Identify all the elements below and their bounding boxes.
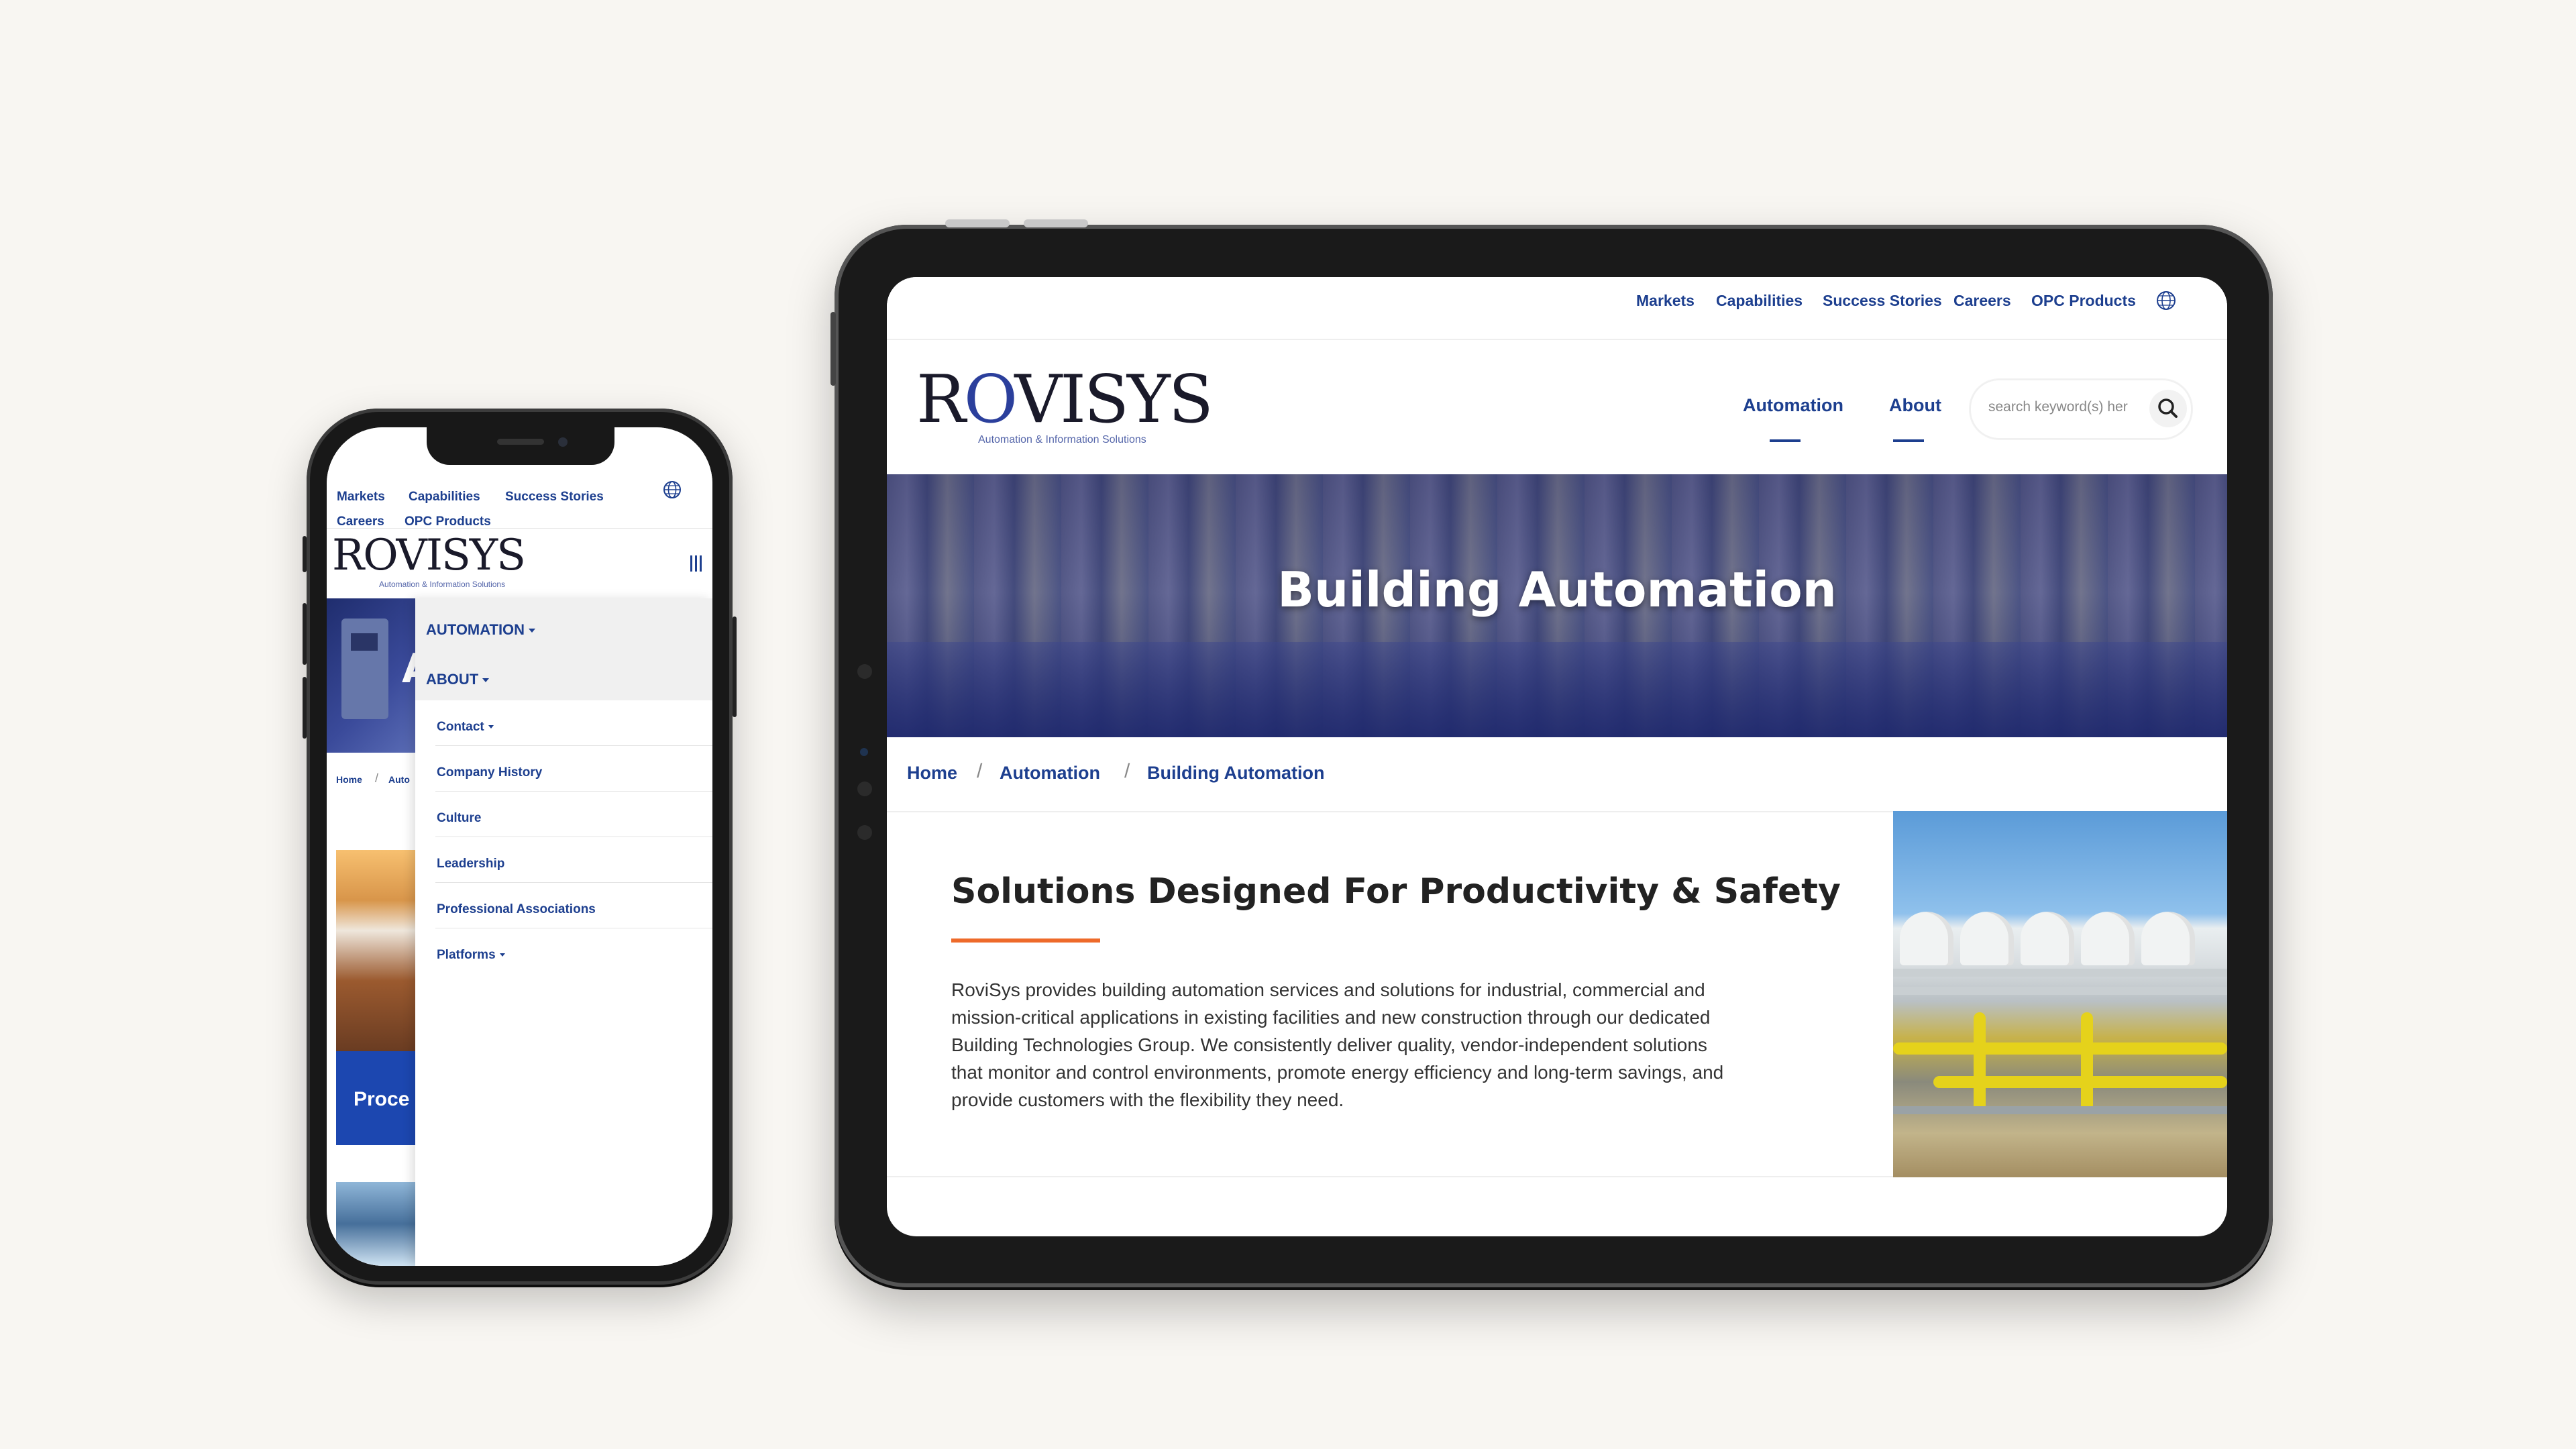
util-success-stories[interactable]: Success Stories xyxy=(1823,292,1942,310)
phone-menu-professional-associations[interactable]: Professional Associations xyxy=(437,902,596,917)
body-line: Building Technologies Group. We consiste… xyxy=(951,1034,1707,1055)
phone-menu-platforms[interactable]: Platforms xyxy=(437,948,505,963)
phone-card-image-2 xyxy=(336,1182,415,1266)
globe-icon[interactable] xyxy=(662,480,682,500)
phone-menu-company-history[interactable]: Company History xyxy=(437,765,542,780)
nav-about-underline xyxy=(1893,439,1924,442)
phone-menu-about-label: ABOUT xyxy=(426,671,479,688)
phone-volume-up xyxy=(303,603,307,665)
tablet-logo[interactable]: ROVISYS xyxy=(916,367,1214,433)
phone-card-label[interactable]: Proce xyxy=(336,1051,415,1145)
nav-about[interactable]: About xyxy=(1889,395,1941,416)
phone-breadcrumb-automation[interactable]: Auto xyxy=(388,774,410,785)
breadcrumb-home[interactable]: Home xyxy=(907,763,957,784)
tablet-camera-3 xyxy=(857,825,872,840)
hero-banner: Building Automation xyxy=(887,474,2227,737)
search-icon xyxy=(2158,398,2178,418)
section-title: Solutions Designed For Productivity & Sa… xyxy=(951,871,1841,912)
util-markets[interactable]: Markets xyxy=(1636,292,1695,310)
breadcrumb-separator: / xyxy=(977,760,983,782)
phone-menu-contact-label: Contact xyxy=(437,720,484,734)
nav-automation-underline xyxy=(1770,439,1801,442)
tablet-top-button xyxy=(945,219,1010,227)
chevron-down-icon xyxy=(488,725,494,729)
phone-util-capabilities[interactable]: Capabilities xyxy=(409,490,480,504)
breadcrumb-automation[interactable]: Automation xyxy=(1000,763,1100,784)
nav-automation[interactable]: Automation xyxy=(1743,395,1843,416)
hamburger-icon[interactable] xyxy=(689,555,704,573)
phone-side-button xyxy=(303,536,307,572)
body-line: mission-critical applications in existin… xyxy=(951,1007,1711,1028)
chevron-down-icon xyxy=(482,678,490,683)
util-careers[interactable]: Careers xyxy=(1953,292,2011,310)
phone-breadcrumb-home[interactable]: Home xyxy=(336,774,362,785)
divider xyxy=(435,791,712,792)
tablet-camera xyxy=(857,664,872,679)
phone-menu-automation-label: AUTOMATION xyxy=(426,621,525,638)
logo-letters-visys: VISYS xyxy=(1014,362,1213,438)
breadcrumb-current: Building Automation xyxy=(1147,763,1325,783)
tablet-side-button xyxy=(830,312,836,386)
chevron-down-icon xyxy=(529,629,536,633)
util-opc-products[interactable]: OPC Products xyxy=(2031,292,2136,310)
globe-icon[interactable] xyxy=(2155,289,2178,312)
divider xyxy=(887,1176,1893,1177)
breadcrumb: Home / Automation / Building Automation xyxy=(887,737,2227,812)
section-body: RoviSys provides building automation ser… xyxy=(951,976,1817,1114)
divider xyxy=(435,882,712,883)
phone-notch xyxy=(427,427,614,465)
hero-title: Building Automation xyxy=(1277,561,1837,618)
phone-header: ROVISYS Automation & Information Solutio… xyxy=(327,528,712,598)
phone-mockup: Markets Capabilities Success Stories Car… xyxy=(303,409,737,1285)
phone-page-behind-menu: A Home / Auto Proce xyxy=(327,598,433,1266)
logo-letter-r: R xyxy=(916,362,966,438)
tablet-camera-2 xyxy=(857,782,872,796)
phone-menu-contact[interactable]: Contact xyxy=(437,720,494,735)
logo-letter-o: O xyxy=(963,362,1017,438)
phone-menu-drawer: AUTOMATION ABOUT Contact Company History… xyxy=(415,598,712,1266)
search-button[interactable] xyxy=(2149,390,2187,427)
tablet-sensor xyxy=(860,748,868,756)
phone-logo-tagline: Automation & Information Solutions xyxy=(379,580,506,589)
phone-menu-about[interactable]: ABOUT xyxy=(426,671,490,688)
phone-volume-down xyxy=(303,677,307,739)
tablet-screen: Markets Capabilities Success Stories Car… xyxy=(887,277,2227,1236)
phone-breadcrumb-separator: / xyxy=(375,771,379,785)
phone-menu-automation[interactable]: AUTOMATION xyxy=(426,621,536,639)
phone-menu-leadership[interactable]: Leadership xyxy=(437,857,504,871)
divider xyxy=(435,745,712,746)
phone-screen: Markets Capabilities Success Stories Car… xyxy=(327,427,712,1266)
phone-util-success-stories[interactable]: Success Stories xyxy=(505,490,604,504)
tablet-header: ROVISYS Automation & Information Solutio… xyxy=(887,340,2227,474)
tablet-mockup: Markets Capabilities Success Stories Car… xyxy=(830,219,2273,1287)
cooling-towers-image xyxy=(1893,811,2227,1177)
body-line: RoviSys provides building automation ser… xyxy=(951,979,1705,1000)
body-line: provide customers with the flexibility t… xyxy=(951,1089,1344,1110)
tablet-utility-bar: Markets Capabilities Success Stories Car… xyxy=(887,277,2227,340)
phone-power-button xyxy=(733,616,737,717)
title-accent-bar xyxy=(951,938,1100,943)
phone-menu-culture[interactable]: Culture xyxy=(437,811,482,826)
phone-util-markets[interactable]: Markets xyxy=(337,490,385,504)
tablet-top-button-2 xyxy=(1024,219,1088,227)
search-input[interactable]: search keyword(s) her xyxy=(1988,399,2143,415)
util-capabilities[interactable]: Capabilities xyxy=(1716,292,1803,310)
phone-hero-image: A xyxy=(327,598,433,753)
hero-floor xyxy=(887,642,2227,737)
breadcrumb-separator: / xyxy=(1124,760,1130,782)
phone-menu-platforms-label: Platforms xyxy=(437,948,496,962)
search-box[interactable]: search keyword(s) her xyxy=(1970,379,2192,439)
chevron-down-icon xyxy=(499,953,505,957)
tablet-logo-tagline: Automation & Information Solutions xyxy=(978,434,1146,445)
phone-logo[interactable]: ROVISYS xyxy=(332,534,526,577)
body-line: that monitor and control environments, p… xyxy=(951,1062,1724,1083)
phone-util-careers[interactable]: Careers xyxy=(337,515,384,529)
phone-card-image xyxy=(336,850,415,1051)
phone-util-opc-products[interactable]: OPC Products xyxy=(405,515,491,529)
phone-card-partial-text: Proce xyxy=(354,1088,410,1110)
